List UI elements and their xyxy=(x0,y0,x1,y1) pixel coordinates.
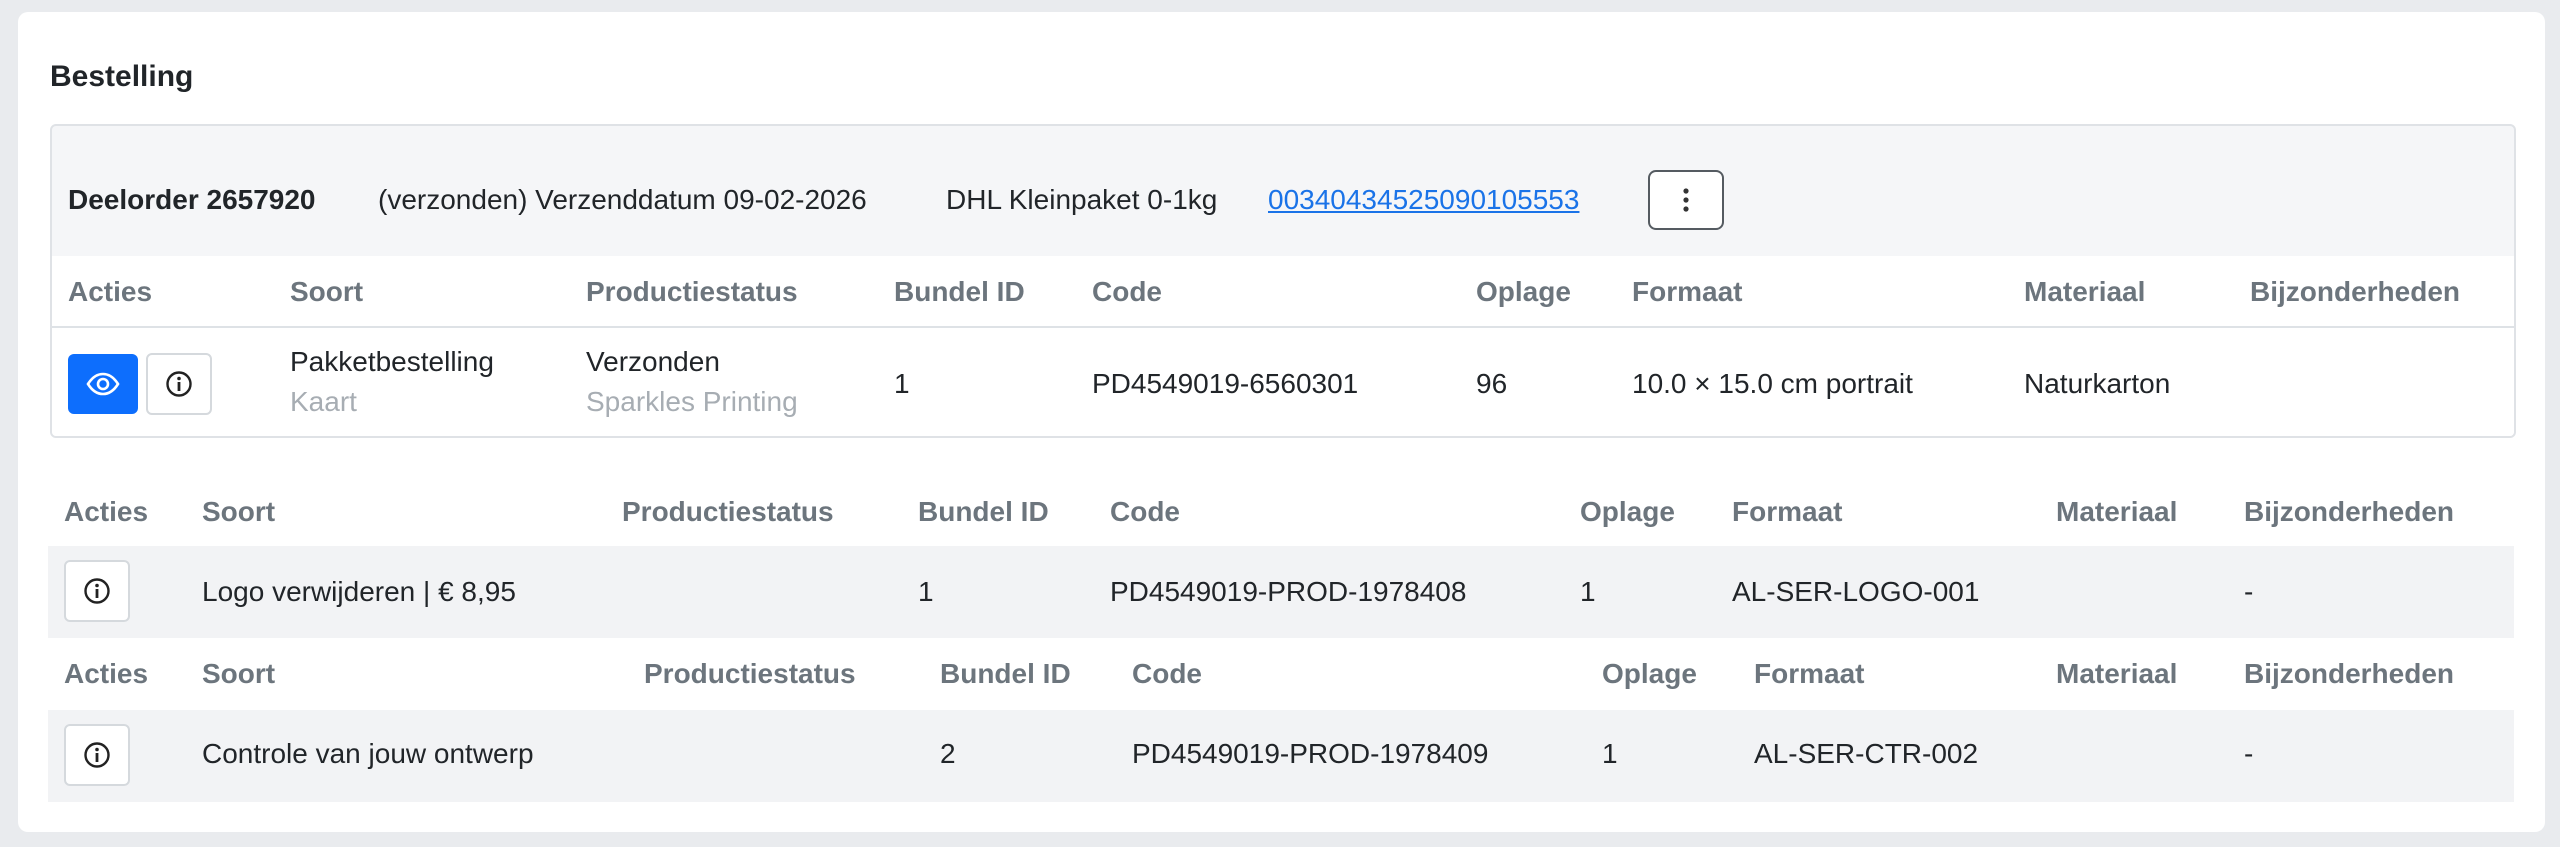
cell-code: PD4549019-PROD-1978408 xyxy=(1110,576,1467,607)
cell-oplage: 1 xyxy=(1580,576,1596,607)
cell-bundel-id: 2 xyxy=(940,738,956,769)
suborder-panel: Deelorder 2657920 (verzonden) Verzenddat… xyxy=(50,124,2516,438)
col-oplage: Oplage xyxy=(1476,276,1571,307)
cell-code: PD4549019-6560301 xyxy=(1092,368,1359,399)
cell-materiaal: Naturkarton xyxy=(2024,368,2171,399)
col-bijzonderheden: Bijzonderheden xyxy=(2244,658,2455,689)
suborder-status: (verzonden) Verzenddatum 09-02-2026 xyxy=(378,184,867,215)
cell-bijzonderheden: - xyxy=(2244,738,2254,769)
col-bundel-id: Bundel ID xyxy=(940,658,1071,689)
col-acties: Acties xyxy=(68,276,153,307)
suborder-header: Deelorder 2657920 (verzonden) Verzenddat… xyxy=(52,126,2514,256)
more-actions-button[interactable] xyxy=(1648,170,1724,230)
info-circle-icon xyxy=(166,371,192,397)
col-productiestatus: Productiestatus xyxy=(586,276,798,307)
table-row: Controle van jouw ontwerp 2 PD4549019-PR… xyxy=(48,710,2514,802)
cell-productiestatus-sub: Sparkles Printing xyxy=(586,386,798,417)
info-circle-icon xyxy=(84,742,110,768)
col-acties: Acties xyxy=(64,658,149,689)
suborder-title: Deelorder 2657920 xyxy=(68,184,316,215)
col-materiaal: Materiaal xyxy=(2056,496,2178,527)
col-formaat: Formaat xyxy=(1632,276,1743,307)
cell-soort: Pakketbestelling xyxy=(290,346,494,377)
cell-formaat: 10.0 × 15.0 cm portrait xyxy=(1632,368,1913,399)
extra-table-header: Acties Soort Productiestatus Bundel ID C… xyxy=(48,474,2514,546)
page-title: Bestelling xyxy=(50,60,194,93)
cell-formaat: AL-SER-CTR-002 xyxy=(1754,738,1979,769)
table-row: Pakketbestelling Kaart Verzonden Sparkle… xyxy=(52,328,2514,436)
cell-oplage: 96 xyxy=(1476,368,1508,399)
suborder-table-header: Acties Soort Productiestatus Bundel ID C… xyxy=(52,256,2514,328)
cell-soort: Controle van jouw ontwerp xyxy=(202,738,534,769)
cell-bijzonderheden: - xyxy=(2244,576,2254,607)
info-button[interactable] xyxy=(146,353,212,415)
col-acties: Acties xyxy=(64,496,149,527)
eye-icon xyxy=(86,372,120,396)
col-bijzonderheden: Bijzonderheden xyxy=(2250,276,2461,307)
tracking-link[interactable]: 00340434525090105553 xyxy=(1268,184,1579,216)
cell-bundel-id: 1 xyxy=(918,576,934,607)
vertical-dots-icon xyxy=(1683,188,1689,212)
table-row: Logo verwijderen | € 8,95 1 PD4549019-PR… xyxy=(48,546,2514,638)
col-materiaal: Materiaal xyxy=(2056,658,2178,689)
cell-soort: Logo verwijderen | € 8,95 xyxy=(202,576,516,607)
col-code: Code xyxy=(1110,496,1180,527)
cell-productiestatus: Verzonden xyxy=(586,346,720,377)
col-oplage: Oplage xyxy=(1602,658,1697,689)
col-soort: Soort xyxy=(290,276,364,307)
cell-code: PD4549019-PROD-1978409 xyxy=(1132,738,1489,769)
info-circle-icon xyxy=(84,578,110,604)
suborder-carrier: DHL Kleinpaket 0-1kg xyxy=(946,184,1218,215)
col-materiaal: Materiaal xyxy=(2024,276,2146,307)
cell-formaat: AL-SER-LOGO-001 xyxy=(1732,576,1980,607)
col-bundel-id: Bundel ID xyxy=(894,276,1025,307)
col-bijzonderheden: Bijzonderheden xyxy=(2244,496,2455,527)
col-productiestatus: Productiestatus xyxy=(644,658,856,689)
info-button[interactable] xyxy=(64,560,130,622)
col-code: Code xyxy=(1132,658,1202,689)
col-productiestatus: Productiestatus xyxy=(622,496,834,527)
cell-bundel-id: 1 xyxy=(894,368,910,399)
extra-table-header: Acties Soort Productiestatus Bundel ID C… xyxy=(48,638,2514,710)
cell-soort-sub: Kaart xyxy=(290,386,357,417)
view-button[interactable] xyxy=(68,354,138,414)
col-oplage: Oplage xyxy=(1580,496,1675,527)
info-button[interactable] xyxy=(64,724,130,786)
order-card: Bestelling Deelorder 2657920 (verzonden)… xyxy=(18,12,2545,832)
col-code: Code xyxy=(1092,276,1162,307)
col-soort: Soort xyxy=(202,658,276,689)
col-formaat: Formaat xyxy=(1732,496,1843,527)
cell-oplage: 1 xyxy=(1602,738,1618,769)
col-formaat: Formaat xyxy=(1754,658,1865,689)
col-soort: Soort xyxy=(202,496,276,527)
col-bundel-id: Bundel ID xyxy=(918,496,1049,527)
